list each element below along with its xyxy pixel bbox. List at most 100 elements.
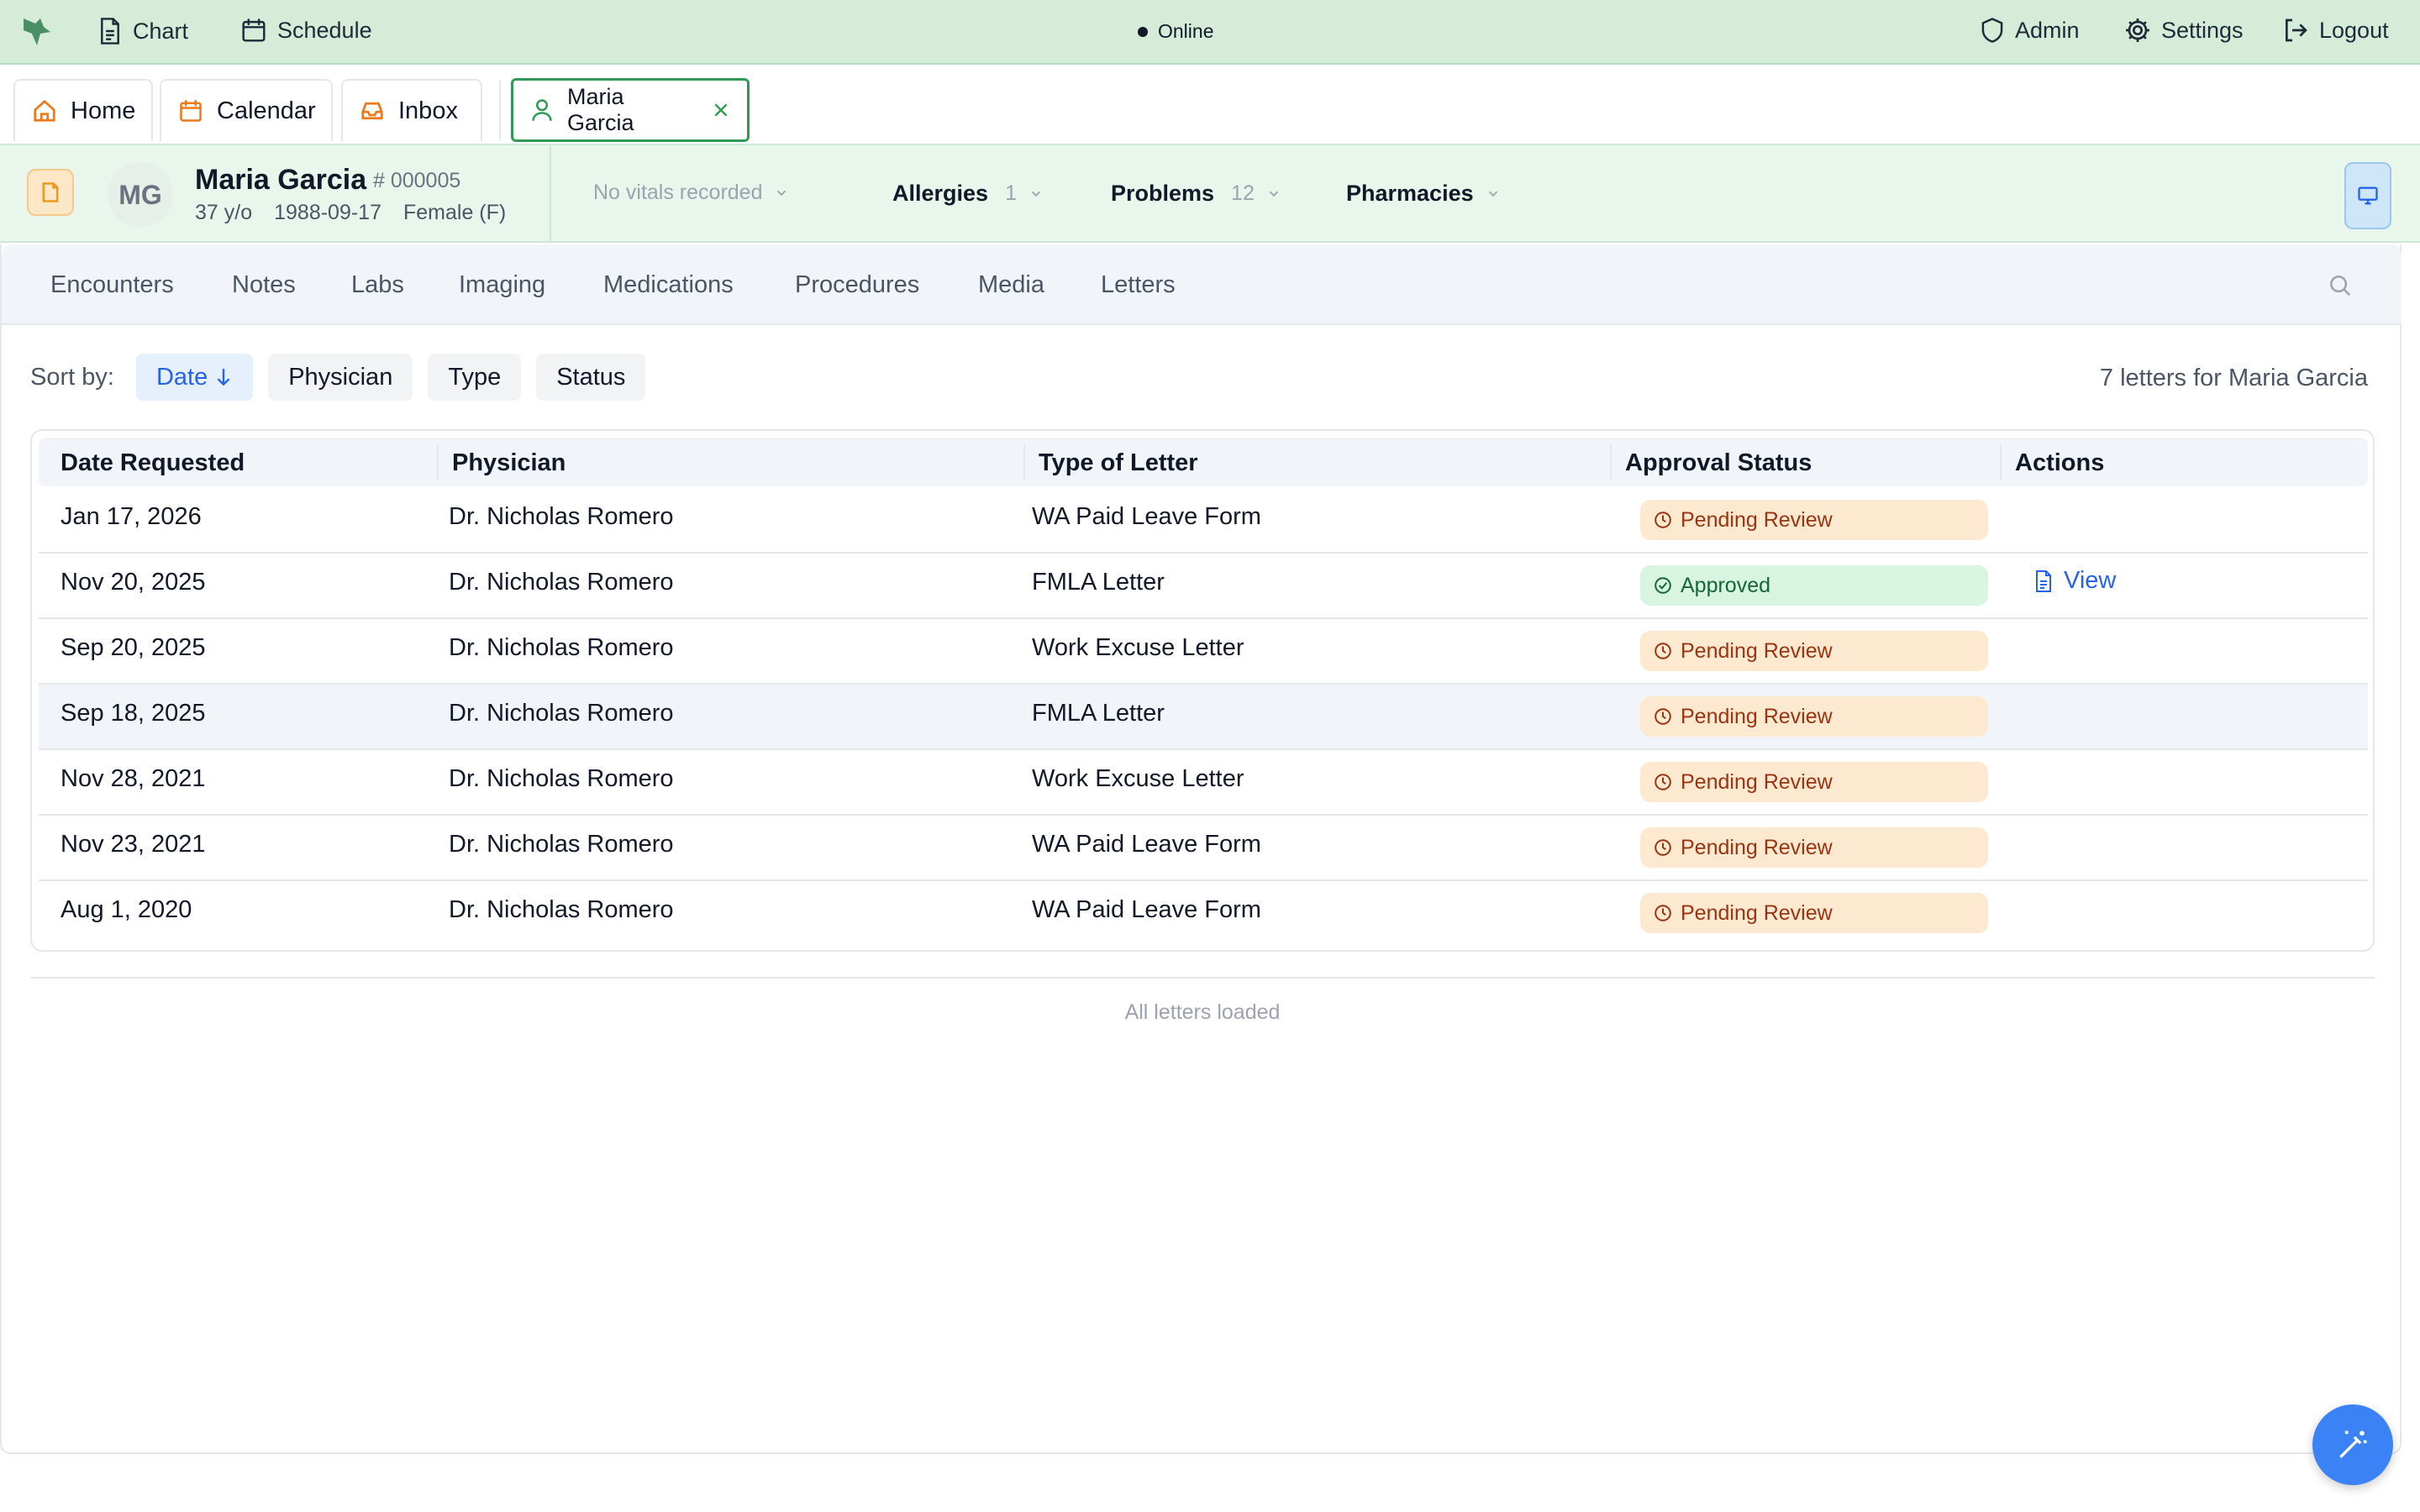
cell-type: FMLA Letter <box>1032 569 1165 596</box>
nav-chart[interactable]: Chart <box>97 17 188 45</box>
tab-procedures[interactable]: Procedures <box>795 271 919 299</box>
cell-physician: Dr. Nicholas Romero <box>449 503 674 530</box>
arrow-down-icon <box>214 367 233 387</box>
status-badge-label: Pending Review <box>1681 704 1833 728</box>
status-badge: Approved <box>1640 565 1988 606</box>
pharmacies-dropdown[interactable]: Pharmacies <box>1346 181 1501 207</box>
tab-calendar-label: Calendar <box>217 97 316 124</box>
pharmacies-label: Pharmacies <box>1346 181 1474 206</box>
tab-home[interactable]: Home <box>13 79 153 141</box>
patient-file-button[interactable] <box>27 169 74 216</box>
problems-label: Problems <box>1111 181 1215 206</box>
tab-patient-label: Maria Garcia <box>567 84 634 135</box>
header-type-of-letter: Type of Letter <box>1039 449 1198 476</box>
gear-icon <box>2124 17 2151 44</box>
cell-physician: Dr. Nicholas Romero <box>449 896 674 923</box>
problems-count: 12 <box>1231 181 1255 205</box>
table-row[interactable]: Jan 17, 2026 Dr. Nicholas Romero WA Paid… <box>39 488 2368 554</box>
cell-date: Sep 18, 2025 <box>60 700 206 727</box>
table-row[interactable]: Sep 18, 2025 Dr. Nicholas Romero FMLA Le… <box>39 685 2368 750</box>
patient-id: # 000005 <box>373 169 461 192</box>
header-actions: Actions <box>2015 449 2105 476</box>
tab-calendar[interactable]: Calendar <box>160 79 333 141</box>
sort-date-button[interactable]: Date <box>135 354 254 401</box>
tab-notes[interactable]: Notes <box>232 271 296 299</box>
column-divider <box>1023 444 1025 480</box>
clock-icon <box>1654 511 1672 529</box>
logout-button[interactable]: Logout <box>2282 17 2389 44</box>
monitor-icon <box>2356 184 2380 207</box>
chevron-down-icon <box>1486 186 1501 202</box>
sort-type-label: Type <box>448 363 502 391</box>
problems-dropdown[interactable]: Problems 12 <box>1111 181 1281 207</box>
view-link-label: View <box>2064 567 2117 594</box>
tab-imaging[interactable]: Imaging <box>459 271 545 299</box>
tab-patient-maria-garcia[interactable]: Maria Garcia <box>511 78 750 142</box>
table-row[interactable]: Nov 20, 2025 Dr. Nicholas Romero FMLA Le… <box>39 554 2368 619</box>
table-row[interactable]: Aug 1, 2020 Dr. Nicholas Romero WA Paid … <box>39 881 2368 947</box>
sort-type-button[interactable]: Type <box>428 354 522 401</box>
top-bar: Chart Schedule Online Admin Settings Log… <box>0 0 2420 65</box>
cell-date: Nov 23, 2021 <box>60 831 206 858</box>
patient-sex: Female (F) <box>403 201 507 224</box>
sort-label: Sort by: <box>30 363 114 391</box>
vitals-dropdown[interactable]: No vitals recorded <box>593 181 789 205</box>
letters-panel: Encounters Notes Labs Imaging Medication… <box>0 244 2402 1454</box>
user-icon <box>530 97 554 123</box>
sort-status-button[interactable]: Status <box>536 354 646 401</box>
cell-type: Work Excuse Letter <box>1032 634 1244 661</box>
table-header: Date Requested Physician Type of Letter … <box>39 438 2368 486</box>
close-tab-icon[interactable] <box>712 101 730 119</box>
connection-status: Online <box>1138 20 1213 43</box>
sort-bar: Sort by: Date Physician Type Status <box>30 354 646 401</box>
patient-header: MG Maria Garcia # 000005 37 y/o 1988-09-… <box>0 144 2420 243</box>
vitals-label: No vitals recorded <box>593 181 763 204</box>
allergies-count: 1 <box>1005 181 1017 205</box>
tab-labs[interactable]: Labs <box>351 271 404 299</box>
table-row[interactable]: Nov 23, 2021 Dr. Nicholas Romero WA Paid… <box>39 816 2368 881</box>
search-icon[interactable] <box>2328 273 2353 298</box>
admin-button[interactable]: Admin <box>1980 17 2080 44</box>
admin-label: Admin <box>2015 17 2080 43</box>
status-dot-icon <box>1138 26 1148 37</box>
tab-inbox-label: Inbox <box>398 97 458 124</box>
nav-schedule[interactable]: Schedule <box>240 17 372 44</box>
cell-date: Nov 28, 2021 <box>60 765 206 792</box>
patient-avatar: MG <box>108 162 173 228</box>
cell-type: WA Paid Leave Form <box>1032 503 1261 530</box>
column-divider <box>437 444 439 480</box>
status-badge-label: Pending Review <box>1681 507 1833 532</box>
document-icon <box>2033 570 2054 593</box>
tab-media[interactable]: Media <box>978 271 1044 299</box>
patient-age: 37 y/o <box>195 201 253 224</box>
status-badge-label: Pending Review <box>1681 638 1833 663</box>
tab-encounters[interactable]: Encounters <box>50 271 174 299</box>
allergies-dropdown[interactable]: Allergies 1 <box>892 181 1044 207</box>
home-icon <box>32 98 57 123</box>
tab-divider <box>499 81 501 139</box>
column-divider <box>1610 444 1612 480</box>
status-badge-label: Approved <box>1681 573 1771 597</box>
chevron-down-icon <box>1266 186 1281 202</box>
sort-physician-button[interactable]: Physician <box>268 354 413 401</box>
ai-assist-button[interactable] <box>2312 1404 2393 1485</box>
cell-physician: Dr. Nicholas Romero <box>449 634 674 661</box>
inbox-icon <box>360 98 385 123</box>
table-row[interactable]: Nov 28, 2021 Dr. Nicholas Romero Work Ex… <box>39 750 2368 816</box>
status-badge-label: Pending Review <box>1681 769 1833 794</box>
header-physician: Physician <box>452 449 566 476</box>
monitor-button[interactable] <box>2344 162 2391 229</box>
status-badge: Pending Review <box>1640 631 1988 671</box>
app-logo-icon[interactable] <box>20 15 54 49</box>
patient-dob: 1988-09-17 <box>274 201 381 224</box>
tab-letters[interactable]: Letters <box>1101 271 1176 299</box>
tab-inbox[interactable]: Inbox <box>341 79 482 141</box>
chevron-down-icon <box>1028 186 1044 202</box>
view-letter-link[interactable]: View <box>2033 567 2116 595</box>
settings-button[interactable]: Settings <box>2124 17 2244 44</box>
load-status: All letters loaded <box>1124 1000 1281 1024</box>
tab-medications[interactable]: Medications <box>603 271 734 299</box>
clock-icon <box>1654 707 1672 726</box>
sort-physician-label: Physician <box>288 363 393 391</box>
table-row[interactable]: Sep 20, 2025 Dr. Nicholas Romero Work Ex… <box>39 619 2368 685</box>
